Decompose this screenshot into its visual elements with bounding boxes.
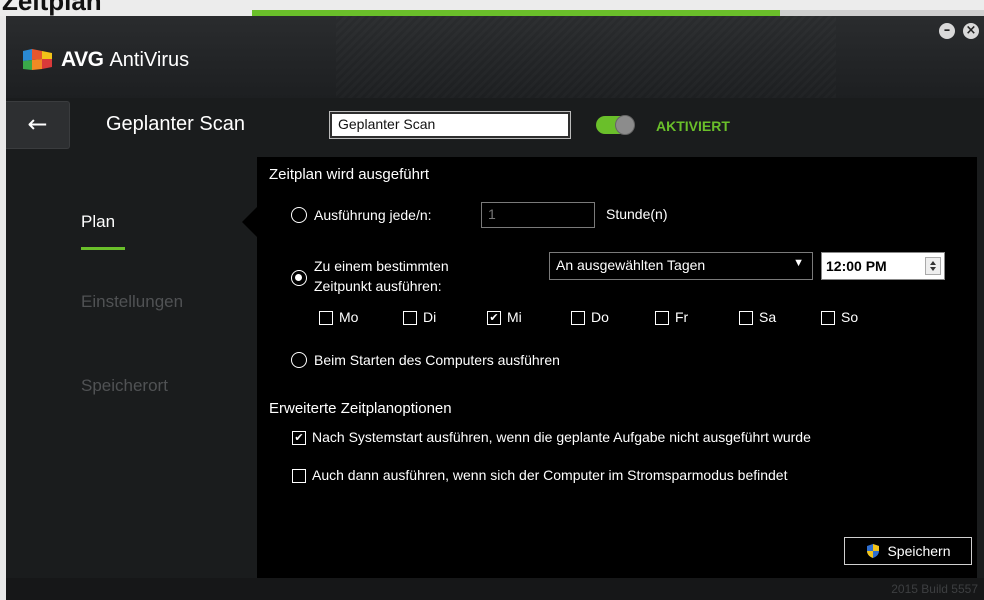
days-mode-value: An ausgewählten Tagen — [556, 257, 706, 273]
specific-time-radio[interactable] — [291, 270, 307, 286]
nav-item-einstellungen[interactable]: Einstellungen — [81, 292, 183, 312]
specific-time-label-1: Zu einem bestimmten — [314, 258, 449, 274]
title-bar: AVG AntiVirus – × — [6, 16, 984, 98]
nav-item-speicherort[interactable]: Speicherort — [81, 376, 168, 396]
title-bar-pattern — [336, 16, 836, 98]
save-label: Speichern — [887, 543, 951, 559]
dropdown-arrow-icon: ▼ — [793, 257, 804, 269]
day-label-mi: Mi — [507, 309, 522, 325]
day-label-sa: Sa — [759, 309, 777, 325]
activation-toggle[interactable] — [596, 115, 635, 135]
minimize-button[interactable]: – — [939, 23, 955, 39]
nav-active-underline — [81, 247, 125, 250]
advanced-section-title: Erweiterte Zeitplanoptionen — [269, 400, 452, 417]
build-info: 2015 Build 5557 — [891, 582, 978, 596]
day-checkbox-di[interactable] — [403, 311, 417, 325]
specific-time-label-2: Zeitpunkt ausführen: — [314, 278, 442, 294]
every-hours-unit: Stunde(n) — [606, 206, 668, 222]
startup-label: Beim Starten des Computers ausführen — [314, 352, 560, 368]
toggle-knob — [615, 115, 635, 135]
uac-shield-icon — [867, 544, 880, 558]
scan-name-input[interactable]: Geplanter Scan — [329, 111, 571, 139]
spin-down-icon — [930, 267, 936, 271]
panel-pointer — [242, 206, 258, 238]
day-label-fr: Fr — [675, 309, 689, 325]
app-window: AVG AntiVirus – × ← Geplanter Scan Gepla… — [6, 16, 984, 600]
schedule-section-title: Zeitplan wird ausgeführt — [269, 166, 430, 183]
option-power-saving-checkbox[interactable] — [292, 469, 306, 483]
spin-up-icon — [930, 261, 936, 265]
time-value: 12:00 PM — [826, 258, 887, 274]
toggle-label: AKTIVIERT — [656, 118, 730, 134]
avg-flag-icon — [23, 49, 52, 70]
startup-radio[interactable] — [291, 352, 307, 368]
time-input[interactable]: 12:00 PM — [821, 252, 945, 280]
time-spinner[interactable] — [925, 257, 941, 275]
avg-logo: AVG AntiVirus — [23, 48, 189, 72]
brand-name: AVG — [61, 48, 104, 71]
days-mode-select[interactable]: An ausgewählten Tagen ▼ — [549, 252, 813, 280]
product-name: AntiVirus — [109, 48, 190, 71]
option-after-startup-checkbox[interactable]: ✔ — [292, 431, 306, 445]
day-checkbox-mo[interactable] — [319, 311, 333, 325]
option-after-startup-label: Nach Systemstart ausführen, wenn die gep… — [312, 429, 811, 445]
arrow-left-icon: ← — [27, 110, 48, 138]
source-page-banner: Zeitplan — [0, 0, 984, 16]
day-checkbox-mi[interactable]: ✔ — [487, 311, 501, 325]
page-title: Geplanter Scan — [106, 113, 245, 135]
nav-item-plan[interactable]: Plan — [81, 212, 115, 232]
day-checkbox-so[interactable] — [821, 311, 835, 325]
back-button[interactable]: ← — [6, 101, 70, 149]
day-checkbox-sa[interactable] — [739, 311, 753, 325]
save-button[interactable]: Speichern — [844, 537, 972, 565]
banner-heading: Zeitplan — [2, 0, 102, 16]
day-checkbox-do[interactable] — [571, 311, 585, 325]
day-label-so: So — [841, 309, 859, 325]
footer-bar: 2015 Build 5557 — [6, 578, 984, 600]
day-label-di: Di — [423, 309, 437, 325]
option-power-saving-label: Auch dann ausführen, wenn sich der Compu… — [312, 467, 788, 483]
day-label-mo: Mo — [339, 309, 359, 325]
close-button[interactable]: × — [963, 23, 979, 39]
day-label-do: Do — [591, 309, 609, 325]
every-hours-radio[interactable] — [291, 207, 307, 223]
day-checkbox-fr[interactable] — [655, 311, 669, 325]
every-hours-input[interactable]: 1 — [481, 202, 595, 228]
every-hours-label: Ausführung jede/n: — [314, 207, 432, 223]
